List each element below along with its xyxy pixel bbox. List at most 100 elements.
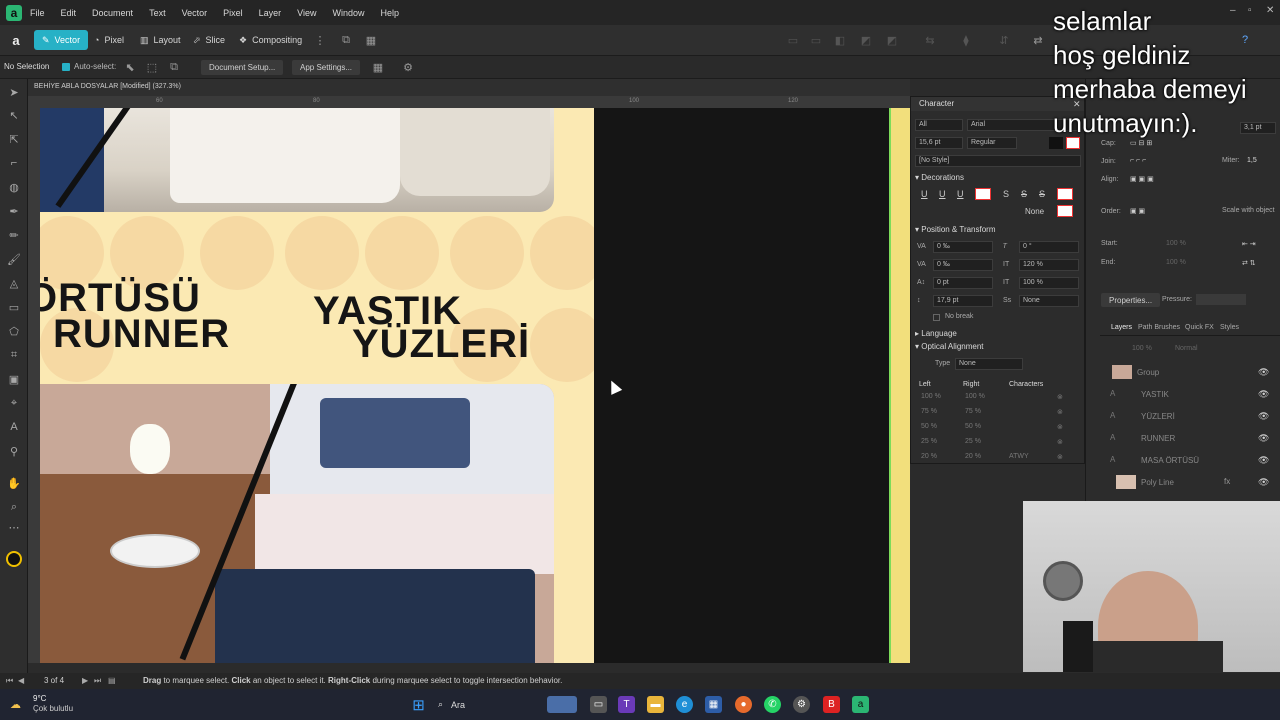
persona-compositing-button[interactable]: ❖ Compositing	[231, 30, 310, 50]
row-remove-icon[interactable]: ⊗	[1057, 408, 1063, 416]
whatsapp-icon[interactable]: ✆	[764, 696, 781, 713]
arrange-icon[interactable]: ◧	[832, 32, 848, 48]
row-right-value[interactable]: 100 %	[965, 393, 985, 400]
swap-arrows-icon[interactable]: ⇄ ⇅	[1242, 259, 1256, 267]
edge-browser-icon[interactable]: e	[676, 696, 693, 713]
arrowhead-icon[interactable]: ⇤ ⇥	[1242, 240, 1256, 248]
strikethrough-icon[interactable]: S	[1021, 189, 1027, 199]
windows-start-icon[interactable]: ⊞	[410, 696, 427, 714]
text-runner[interactable]: RUNNER	[53, 314, 230, 354]
teams-icon[interactable]: T	[618, 696, 635, 713]
fx-icon[interactable]: fx	[1224, 477, 1230, 486]
text-ortusu[interactable]: ÖRTÜSÜ	[40, 278, 201, 318]
row-remove-icon[interactable]: ⊗	[1057, 438, 1063, 446]
image-tool-icon[interactable]: ▣	[6, 371, 22, 387]
fill-tool-icon[interactable]: ◬	[6, 275, 22, 291]
visibility-eye-icon[interactable]: 👁	[1258, 367, 1269, 378]
document-setup-button[interactable]: Document Setup...	[201, 60, 284, 75]
skew-field[interactable]: 0 °	[1019, 241, 1079, 253]
visibility-eye-icon[interactable]: 👁	[1258, 433, 1269, 444]
font-weight-select[interactable]: Regular	[967, 137, 1017, 149]
weather-desc[interactable]: Çok bulutlu	[33, 704, 73, 713]
canvas[interactable]: ÖRTÜSÜ RUNNER YASTIK YÜZLERİ	[40, 108, 910, 663]
row-remove-icon[interactable]: ⊗	[1057, 453, 1063, 461]
horizontal-scale-field[interactable]: 100 %	[1019, 277, 1079, 289]
layer-row[interactable]: A YÜZLERİ 👁	[1100, 406, 1272, 426]
blend-mode-select[interactable]: Normal	[1175, 345, 1198, 352]
next-page-icon[interactable]: ▶	[82, 676, 88, 685]
more-options-icon[interactable]: ⋮	[312, 32, 328, 48]
move-tool-icon[interactable]: ➤	[6, 84, 22, 100]
text-tool-icon[interactable]: A	[6, 419, 22, 435]
underline-style-icon[interactable]: U	[957, 189, 964, 199]
more-tools-icon[interactable]: ⋯	[6, 519, 22, 535]
cap-style-icon[interactable]: ▭ ⊟ ⊞	[1130, 139, 1152, 147]
optical-type-select[interactable]: None	[955, 358, 1023, 370]
language-header[interactable]: ▸ Language	[915, 329, 957, 338]
kerning-field[interactable]: 0 ‰	[933, 259, 993, 271]
auto-select-checkbox[interactable]	[62, 63, 70, 71]
marquee-icon[interactable]: ⬚	[144, 59, 160, 75]
row-left-value[interactable]: 100 %	[921, 393, 941, 400]
align-2-icon[interactable]: ▭	[808, 32, 824, 48]
persona-vector-button[interactable]: ✎ Vector	[34, 30, 89, 50]
menu-view[interactable]: View	[297, 8, 316, 18]
rectangle-tool-icon[interactable]: ▭	[6, 299, 22, 315]
row-right-value[interactable]: 20 %	[965, 453, 981, 460]
snap-icon[interactable]: ⧫	[958, 32, 974, 48]
insert-icon[interactable]: ⇵	[996, 32, 1012, 48]
double-underline-icon[interactable]: U	[939, 189, 946, 199]
bizagi-icon[interactable]: B	[823, 696, 840, 713]
boolean-2-icon[interactable]: ◩	[884, 32, 900, 48]
artboard[interactable]: ÖRTÜSÜ RUNNER YASTIK YÜZLERİ	[40, 108, 594, 663]
row-right-value[interactable]: 25 %	[965, 438, 981, 445]
document-tab[interactable]: BEHİYE ABLA DOSYALAR [Modified] (327.3%)	[28, 79, 910, 96]
pen-tool-icon[interactable]: ✒	[6, 203, 22, 219]
visibility-eye-icon[interactable]: 👁	[1258, 477, 1269, 488]
link-icon[interactable]: ⇄	[1030, 32, 1046, 48]
text-frame-icon[interactable]: ⧉	[338, 32, 354, 48]
double-strike-icon[interactable]: S	[1039, 189, 1045, 199]
persona-pixel-button[interactable]: ◔ Pixel	[86, 30, 132, 50]
designer-logo-icon[interactable]: a	[6, 4, 22, 21]
firefox-icon[interactable]: ●	[735, 696, 752, 713]
layer-opacity-value[interactable]: 100 %	[1132, 345, 1152, 352]
artboard-tool-icon[interactable]: ⌖	[6, 395, 22, 411]
taskbar-search[interactable]: ⌕ Ara	[438, 696, 538, 713]
menu-edit[interactable]: Edit	[61, 8, 77, 18]
first-page-icon[interactable]: ⏮	[6, 676, 13, 686]
strike-color-swatch[interactable]	[1057, 188, 1073, 200]
row-right-value[interactable]: 75 %	[965, 408, 981, 415]
text-yuzleri[interactable]: YÜZLERİ	[352, 324, 530, 364]
settings-icon[interactable]: ⚙	[793, 696, 810, 713]
vertical-scale-field[interactable]: 120 %	[1019, 259, 1079, 271]
color-swatch-icon[interactable]	[6, 551, 22, 567]
baseline-field[interactable]: 0 pt	[933, 277, 993, 289]
persona-layout-button[interactable]: ▥ Layout	[132, 30, 189, 50]
menu-pixel[interactable]: Pixel	[223, 8, 243, 18]
page-view-icon[interactable]: ▤	[108, 676, 116, 685]
text-style-select[interactable]: [No Style]	[915, 155, 1081, 167]
start-scale-value[interactable]: 100 %	[1166, 240, 1186, 247]
app-settings-button[interactable]: App Settings...	[292, 60, 361, 75]
prev-page-icon[interactable]: ◀	[18, 676, 24, 685]
scale-with-object-label[interactable]: Scale with object	[1222, 207, 1275, 214]
last-page-icon[interactable]: ⏭	[94, 676, 101, 686]
weather-temp[interactable]: 9°C	[33, 694, 46, 703]
flip-icon[interactable]: ⇆	[922, 32, 938, 48]
row-left-value[interactable]: 50 %	[921, 423, 937, 430]
tab-quick-fx[interactable]: Quick FX	[1185, 324, 1214, 331]
corner-tool-icon[interactable]: ⌐	[6, 155, 22, 171]
affinity-designer-icon[interactable]: a	[852, 696, 869, 713]
crop-tool-icon[interactable]: ⌗	[6, 347, 22, 363]
app-menu-icon[interactable]: a	[8, 32, 24, 48]
leading-field[interactable]: 17,9 pt	[933, 295, 993, 307]
optical-alignment-header[interactable]: ▾ Optical Alignment	[915, 342, 984, 351]
zoom-tool-icon[interactable]: ⌕	[6, 499, 22, 515]
menu-layer[interactable]: Layer	[259, 8, 282, 18]
products-photo-bottom[interactable]	[40, 384, 554, 663]
align-icon[interactable]: ▭	[785, 32, 801, 48]
layer-row[interactable]: A RUNNER 👁	[1100, 428, 1272, 448]
brush-tool-icon[interactable]: 🖌	[6, 251, 22, 267]
grid-icon[interactable]: ▦	[363, 32, 379, 48]
